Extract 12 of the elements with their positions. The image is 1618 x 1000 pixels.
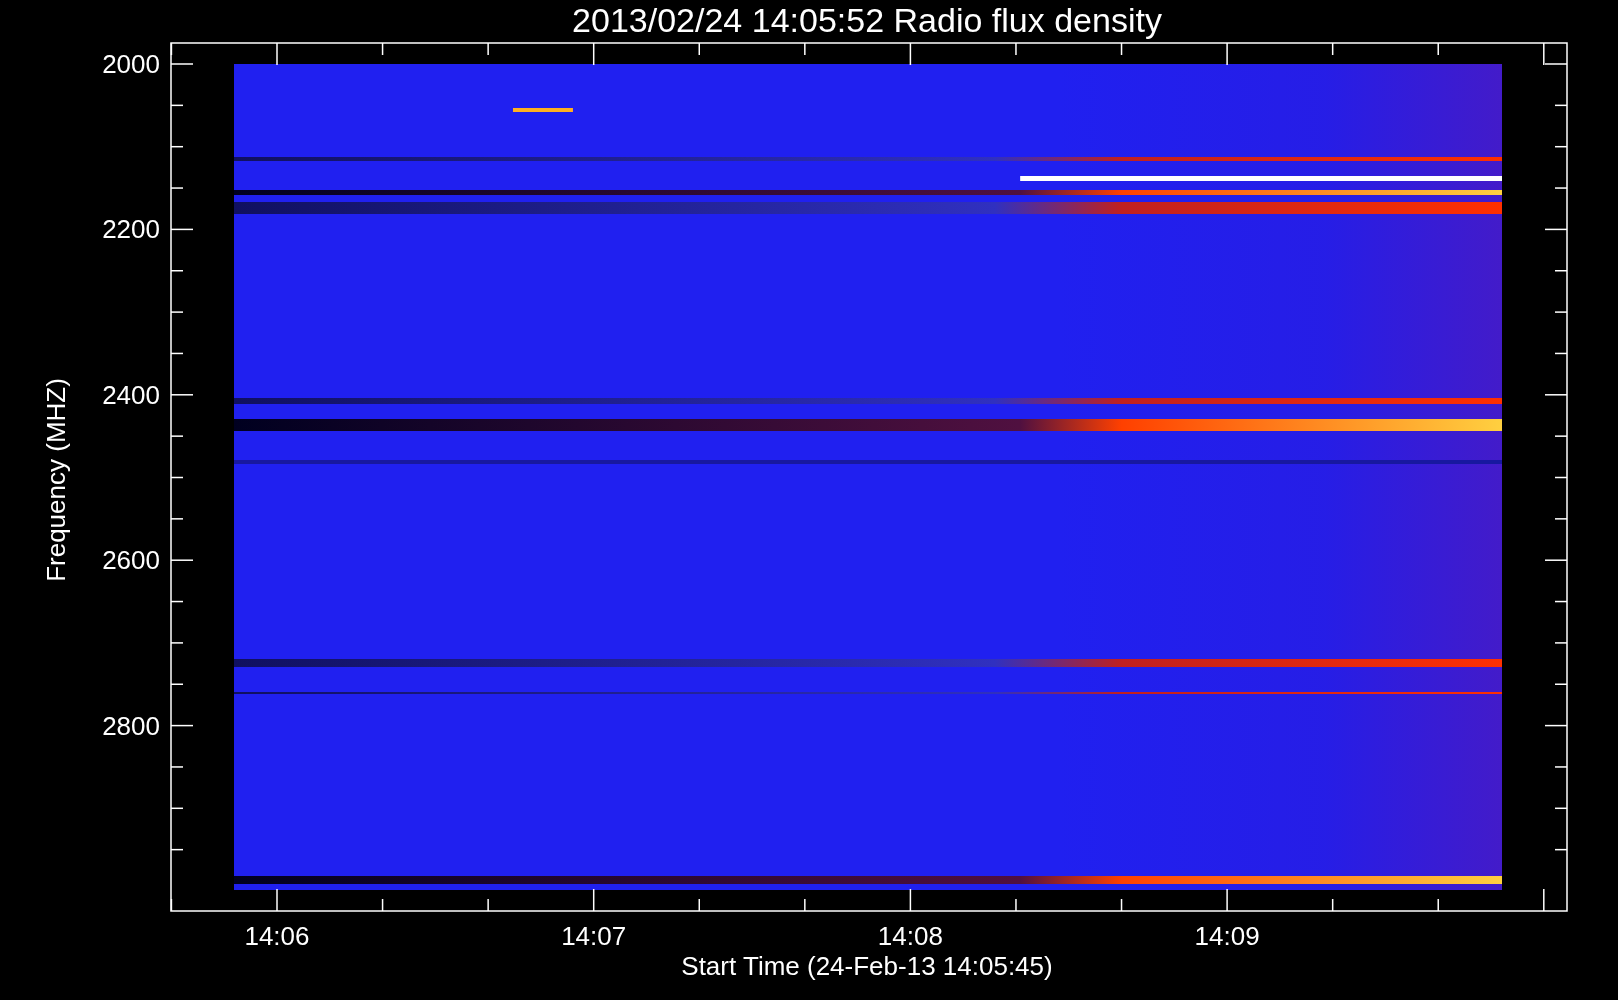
y-tick-label: 2600: [102, 545, 160, 576]
x-tick-label: 14:07: [561, 921, 627, 951]
chart-title: 2013/02/24 14:05:52 Radio flux density: [572, 1, 1162, 39]
y-tick-label: 2000: [102, 49, 160, 79]
y-tick-label: 2800: [102, 710, 160, 741]
y-axis-label: Frequency (MHZ): [41, 378, 71, 582]
y-tick-label: 2200: [102, 214, 160, 245]
x-tick-label: 14:06: [244, 921, 310, 951]
x-tick-label: 14:08: [877, 921, 943, 951]
x-axis-label: Start Time (24-Feb-13 14:05:45): [681, 951, 1053, 981]
x-tick-label: 14:09: [1194, 921, 1260, 951]
y-tick-label: 2400: [102, 379, 160, 410]
